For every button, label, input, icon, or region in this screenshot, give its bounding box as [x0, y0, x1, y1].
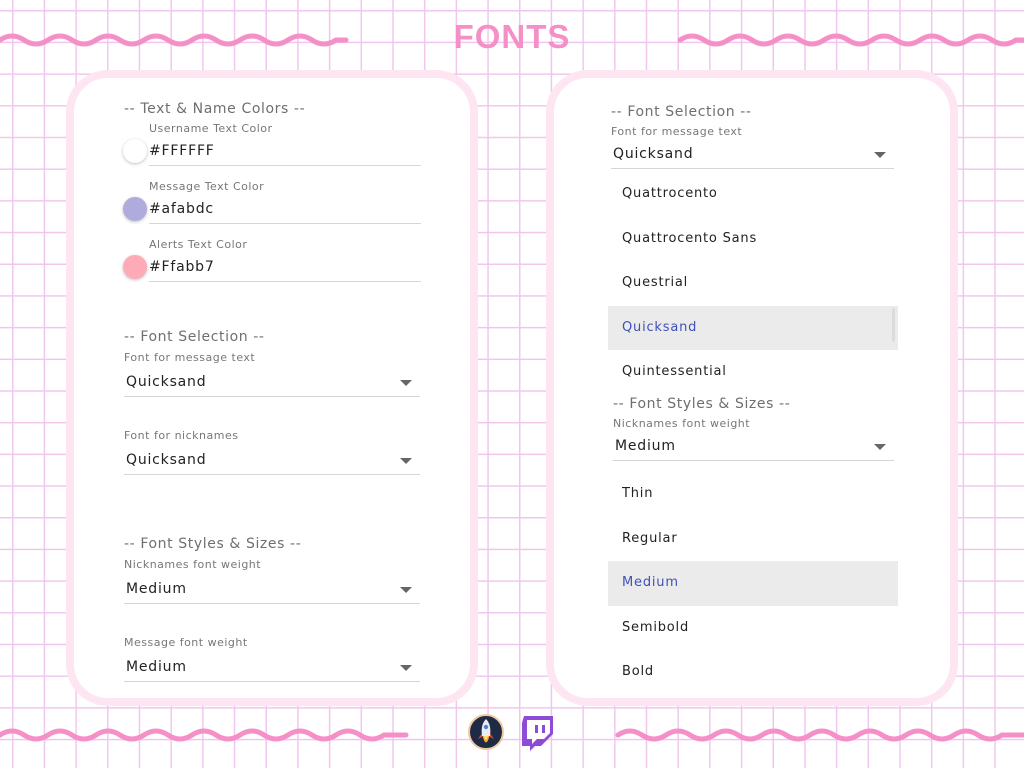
chevron-down-icon [874, 444, 886, 450]
nickname-weight-value: Medium [126, 581, 187, 597]
nickname-font-label: Font for nicknames [124, 429, 239, 442]
message-font-label: Font for message text [124, 351, 256, 364]
twitch-icon[interactable] [519, 714, 557, 752]
settings-card-left: -- Text & Name Colors -- Username Text C… [66, 70, 478, 706]
font-dropdown-menu: Quattrocento Quattrocento Sans Questrial… [608, 172, 898, 395]
weight-dropdown-menu: Thin Regular Medium Semibold Bold [608, 472, 898, 695]
font-styles-heading: -- Font Styles & Sizes -- [613, 396, 791, 412]
alerts-color-field[interactable]: #Ffabb7 [123, 255, 423, 285]
settings-card-right: -- Font Selection -- Font for message te… [546, 70, 958, 706]
weight-option[interactable]: Bold [608, 650, 898, 695]
username-color-field[interactable]: #FFFFFF [123, 139, 423, 169]
nickname-font-value: Quicksand [126, 452, 207, 468]
chevron-down-icon [874, 152, 886, 158]
bottom-right-wave [615, 728, 1024, 742]
message-weight-label: Message font weight [124, 636, 248, 649]
chevron-down-icon [400, 380, 412, 386]
font-menu-scrollbar[interactable] [892, 308, 895, 342]
nickname-weight-select[interactable]: Medium [613, 433, 894, 461]
username-color-swatch[interactable] [123, 139, 147, 163]
nickname-font-select[interactable]: Quicksand [124, 447, 420, 475]
message-font-value: Quicksand [613, 146, 694, 162]
message-font-select[interactable]: Quicksand [611, 141, 894, 169]
chevron-down-icon [400, 665, 412, 671]
message-font-label: Font for message text [611, 125, 743, 138]
nickname-weight-select[interactable]: Medium [124, 576, 420, 604]
chevron-down-icon [400, 587, 412, 593]
message-color-input[interactable]: #afabdc [149, 197, 421, 224]
font-option[interactable]: Questrial [608, 261, 898, 306]
message-font-select[interactable]: Quicksand [124, 369, 420, 397]
font-styles-heading: -- Font Styles & Sizes -- [124, 536, 302, 552]
alerts-color-input[interactable]: #Ffabb7 [149, 255, 421, 282]
font-selection-heading: -- Font Selection -- [611, 104, 752, 120]
alerts-color-label: Alerts Text Color [149, 238, 248, 251]
message-color-field[interactable]: #afabdc [123, 197, 423, 227]
nickname-weight-value: Medium [615, 438, 676, 454]
username-color-label: Username Text Color [149, 122, 273, 135]
top-left-wave [0, 33, 349, 47]
message-color-swatch[interactable] [123, 197, 147, 221]
font-option[interactable]: Quintessential [608, 350, 898, 395]
weight-option[interactable]: Semibold [608, 606, 898, 651]
weight-option-selected[interactable]: Medium [608, 561, 898, 606]
text-colors-heading: -- Text & Name Colors -- [124, 101, 306, 117]
top-right-wave [677, 33, 1024, 47]
message-weight-value: Medium [126, 659, 187, 675]
font-option-selected[interactable]: Quicksand [608, 305, 898, 350]
font-option[interactable]: Quattrocento Sans [608, 217, 898, 262]
username-color-input[interactable]: #FFFFFF [149, 139, 421, 166]
font-option[interactable]: Quattrocento [608, 172, 898, 217]
message-color-label: Message Text Color [149, 180, 265, 193]
nickname-weight-label: Nicknames font weight [124, 558, 262, 571]
chevron-down-icon [400, 458, 412, 464]
nickname-weight-label: Nicknames font weight [613, 417, 751, 430]
font-selection-heading: -- Font Selection -- [124, 329, 265, 345]
bottom-left-wave [0, 728, 409, 742]
rocket-app-icon[interactable] [467, 713, 505, 751]
weight-option[interactable]: Regular [608, 517, 898, 562]
alerts-color-swatch[interactable] [123, 255, 147, 279]
message-font-value: Quicksand [126, 374, 207, 390]
message-weight-select[interactable]: Medium [124, 654, 420, 682]
weight-option[interactable]: Thin [608, 472, 898, 517]
